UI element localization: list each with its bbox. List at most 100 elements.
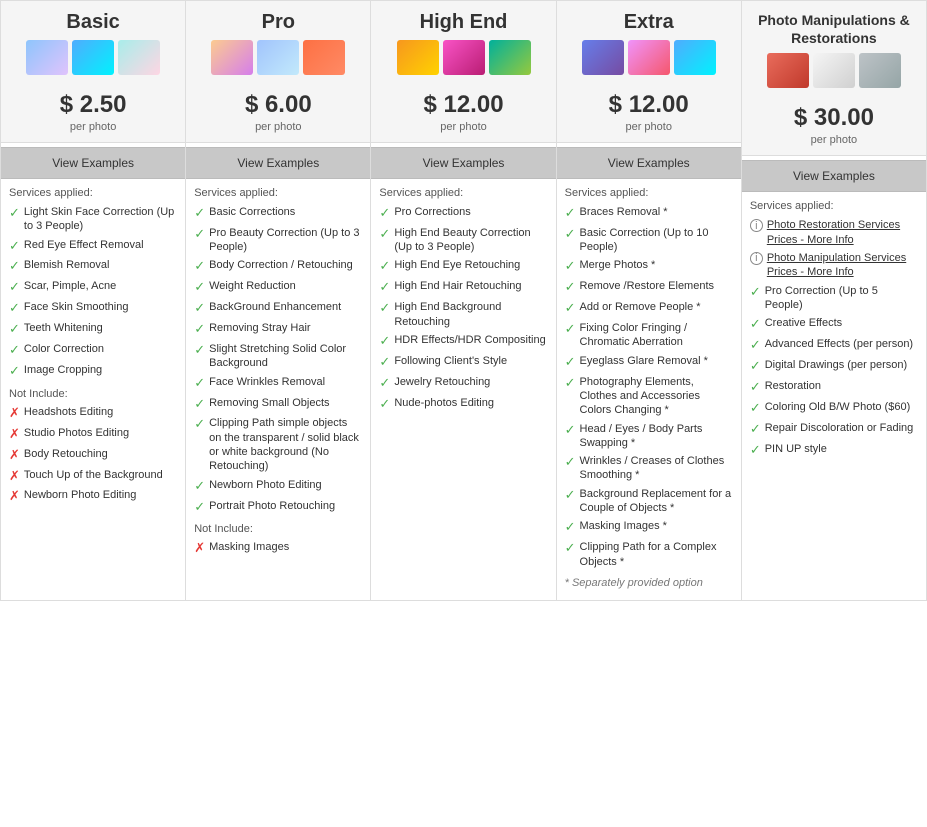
service-text: Removing Stray Hair [209,321,310,335]
service-text: Merge Photos * [580,258,656,272]
pro-view-examples[interactable]: View Examples [186,147,370,179]
service-text: Blemish Removal [24,258,110,272]
check-icon: ✓ [194,258,205,275]
service-text: Repair Discoloration or Fading [765,421,914,435]
photo-manipulation-link[interactable]: Photo Manipulation Services [767,252,906,264]
check-icon: ✓ [565,279,576,296]
restoration-more-info-link[interactable]: Prices - More Info [767,234,854,246]
pro-photo-3 [303,40,345,75]
check-icon: ✓ [194,396,205,413]
service-text: Face Skin Smoothing [24,300,129,314]
service-text: HDR Effects/HDR Compositing [394,333,545,347]
service-text: Eyeglass Glare Removal * [580,354,708,368]
manip-view-examples[interactable]: View Examples [742,160,926,192]
manip-price-block: $ 30.00 per photo [747,96,921,150]
extra-per-photo: per photo [562,121,736,133]
service-text: Pro Correction (Up to 5 People) [765,284,918,313]
check-icon: ✓ [194,499,205,516]
highend-services-label: Services applied: [379,187,547,199]
check-icon: ✓ [565,258,576,275]
col-pro: Pro $ 6.00 per photo View Examples Servi… [186,1,371,600]
check-icon: ✓ [565,540,576,557]
manip-photo-3 [859,53,901,88]
highend-view-examples[interactable]: View Examples [371,147,555,179]
service-text: Wrinkles / Creases of Clothes Smoothing … [580,454,733,483]
list-item: ✓ Face Wrinkles Removal [194,375,362,392]
check-icon: ✓ [750,337,761,354]
list-item: ✓ Blemish Removal [9,258,177,275]
col-extra-title: Extra [562,11,736,34]
list-item: i Photo Restoration ServicesPrices - Mor… [750,218,918,247]
service-text: Advanced Effects (per person) [765,337,913,351]
list-item: ✓ Image Cropping [9,363,177,380]
service-text: Restoration [765,379,821,393]
list-item: ✓ Pro Corrections [379,205,547,222]
list-item: ✓ BackGround Enhancement [194,300,362,317]
check-icon: ✓ [750,316,761,333]
list-item: ✓ Removing Stray Hair [194,321,362,338]
check-icon: ✓ [565,300,576,317]
check-icon: ✓ [194,375,205,392]
pro-price: $ 6.00 [191,91,365,119]
service-text: High End Eye Retouching [394,258,520,272]
check-icon: ✓ [750,400,761,417]
check-icon: ✓ [379,354,390,371]
check-icon: ✓ [379,226,390,243]
extra-price-block: $ 12.00 per photo [562,83,736,137]
list-item: ✓ Merge Photos * [565,258,733,275]
manip-photo-2 [813,53,855,88]
service-text: Clipping Path for a Complex Objects * [580,540,733,569]
basic-services-label: Services applied: [9,187,177,199]
col-highend-title: High End [376,11,550,34]
list-item: ✓ Following Client's Style [379,354,547,371]
service-text: Masking Images [209,540,289,554]
manipulation-more-info-link[interactable]: Prices - More Info [767,266,854,278]
pro-photo-1 [211,40,253,75]
extra-view-examples[interactable]: View Examples [557,147,741,179]
cross-icon: ✗ [9,405,20,422]
check-icon: ✓ [194,478,205,495]
list-item: ✓ Remove /Restore Elements [565,279,733,296]
list-item: ✓ Head / Eyes / Body Parts Swapping * [565,422,733,451]
extra-services: Services applied: ✓ Braces Removal * ✓ B… [557,179,741,600]
col-pro-header: Pro $ 6.00 per photo [186,1,370,143]
service-text: Head / Eyes / Body Parts Swapping * [580,422,733,451]
photo-restoration-link[interactable]: Photo Restoration Services [767,219,900,231]
service-text: Color Correction [24,342,104,356]
col-manip-title: Photo Manipulations & Restorations [747,11,921,47]
service-text: Headshots Editing [24,405,113,419]
service-text: PIN UP style [765,442,827,456]
list-item: ✓ Jewelry Retouching [379,375,547,392]
list-item: ✓ Digital Drawings (per person) [750,358,918,375]
basic-view-examples[interactable]: View Examples [1,147,185,179]
service-text: Teeth Whitening [24,321,103,335]
list-item: ✓ High End Beauty Correction (Up to 3 Pe… [379,226,547,255]
service-text: Slight Stretching Solid Color Background [209,342,362,371]
check-icon: ✓ [9,321,20,338]
col-extra-photos [562,40,736,75]
check-icon: ✓ [565,519,576,536]
check-icon: ✓ [9,363,20,380]
list-item: ✓ Add or Remove People * [565,300,733,317]
highend-price: $ 12.00 [376,91,550,119]
info-icon: i [750,252,763,265]
basic-photo-1 [26,40,68,75]
highend-services: Services applied: ✓ Pro Corrections ✓ Hi… [371,179,555,600]
list-item: ✓ Restoration [750,379,918,396]
list-item: ✓ Wrinkles / Creases of Clothes Smoothin… [565,454,733,483]
col-basic-title: Basic [6,11,180,34]
list-item: ✗ Headshots Editing [9,405,177,422]
extra-footer-note: * Separately provided option [565,577,733,589]
check-icon: ✓ [9,258,20,275]
list-item: ✓ Basic Correction (Up to 10 People) [565,226,733,255]
check-icon: ✓ [194,300,205,317]
service-text: BackGround Enhancement [209,300,341,314]
list-item: ✓ Background Replacement for a Couple of… [565,487,733,516]
highend-photo-1 [397,40,439,75]
service-text: High End Beauty Correction (Up to 3 Peop… [394,226,547,255]
list-item: ✓ Braces Removal * [565,205,733,222]
col-basic-photos [6,40,180,75]
list-item: ✓ Fixing Color Fringing / Chromatic Aber… [565,321,733,350]
check-icon: ✓ [379,375,390,392]
list-item: ✓ Weight Reduction [194,279,362,296]
